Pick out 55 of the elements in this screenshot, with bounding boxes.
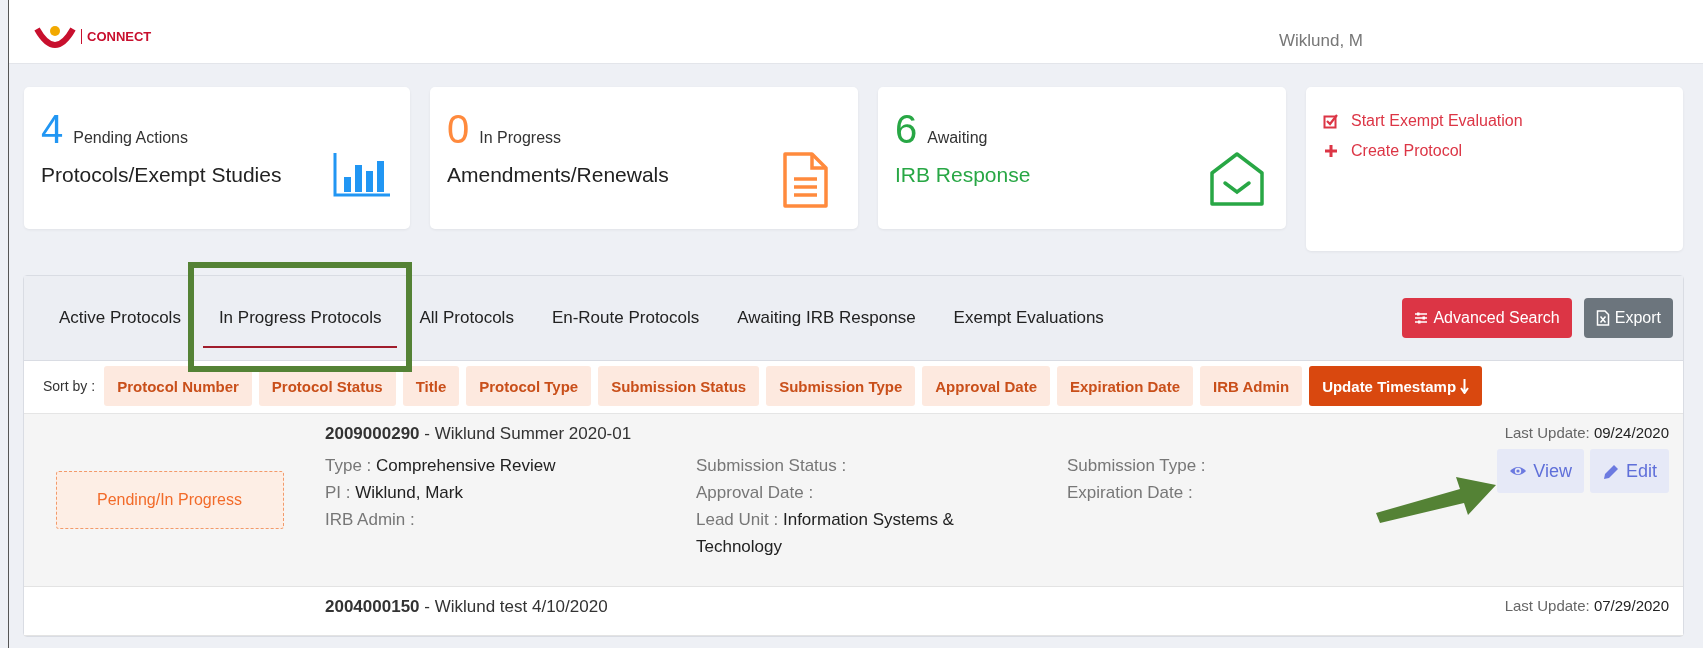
field-text: PI : Wiklund, Mark xyxy=(325,482,464,504)
count: 4 xyxy=(41,109,64,149)
tab[interactable]: In Progress Protocols xyxy=(202,288,398,348)
sort-option[interactable]: Approval Date xyxy=(922,366,1050,406)
summary-card[interactable]: 6 Awaiting IRB Response xyxy=(878,87,1286,229)
last-update: Last Update: 09/24/2020 xyxy=(1504,424,1669,441)
tab[interactable]: All Protocols xyxy=(403,288,530,348)
field-text: IRB Admin : xyxy=(325,509,416,531)
sliders-icon xyxy=(1414,311,1429,325)
field-text: Approval Date : xyxy=(696,482,815,504)
card-title: IRB Response xyxy=(895,163,1031,187)
field-text: Lead Unit : Information Systems & Technology xyxy=(696,509,955,558)
view-button[interactable]: View xyxy=(1497,449,1584,493)
export-button[interactable]: Export xyxy=(1583,298,1673,338)
quick-action-link[interactable]: Create Protocol xyxy=(1323,142,1463,160)
count-label: Awaiting xyxy=(927,129,988,147)
user-name[interactable]: Wiklund, M xyxy=(1278,31,1363,51)
tab[interactable]: Awaiting IRB Response xyxy=(721,288,932,348)
tab[interactable]: Active Protocols xyxy=(43,288,197,348)
count: 0 xyxy=(447,109,470,149)
field-text: Submission Status : xyxy=(696,455,848,477)
checkbox-icon xyxy=(1323,113,1339,129)
advanced-search-button[interactable]: Advanced Search xyxy=(1402,298,1572,338)
sort-option[interactable]: Protocol Type xyxy=(466,366,592,406)
count: 6 xyxy=(895,109,918,149)
card-title: Amendments/Renewals xyxy=(447,163,669,187)
field-text: Submission Type : xyxy=(1067,455,1207,477)
record-title[interactable]: 2009000290 - Wiklund Summer 2020-01 xyxy=(325,424,1498,444)
sort-option[interactable]: IRB Admin xyxy=(1200,366,1303,406)
tab[interactable]: En-Route Protocols xyxy=(535,288,716,348)
sort-option[interactable]: Protocol Number xyxy=(104,366,252,406)
field-text: Expiration Date : xyxy=(1067,482,1194,504)
record-title[interactable]: 2004000150 - Wiklund test 4/10/2020 xyxy=(325,597,1505,617)
sort-label: Sort by : xyxy=(43,378,96,394)
status-badge: Pending/In Progress xyxy=(55,471,284,529)
count-label: In Progress xyxy=(479,129,562,147)
tab[interactable]: Exempt Evaluations xyxy=(937,288,1120,348)
sort-option[interactable]: Submission Status xyxy=(598,366,760,406)
sort-option[interactable]: Expiration Date xyxy=(1057,366,1193,406)
pencil-icon xyxy=(1601,462,1620,480)
sort-option[interactable]: Update Timestamp xyxy=(1309,366,1483,406)
field-text: Type : Comprehensive Review xyxy=(325,455,557,477)
count-label: Pending Actions xyxy=(73,129,188,147)
summary-card[interactable]: 0 In Progress Amendments/Renewals xyxy=(430,87,858,229)
spreadsheet-icon xyxy=(1595,310,1610,326)
logo-text: CONNECT xyxy=(81,28,152,44)
edit-button[interactable]: Edit xyxy=(1589,449,1669,493)
plus-icon xyxy=(1323,143,1339,159)
sort-option[interactable]: Title xyxy=(402,366,460,406)
last-update: Last Update: 07/29/2020 xyxy=(1504,597,1669,614)
summary-card[interactable]: 4 Pending Actions Protocols/Exempt Studies xyxy=(24,87,410,229)
quick-action-link[interactable]: Start Exempt Evaluation xyxy=(1323,112,1523,130)
sort-option[interactable]: Submission Type xyxy=(766,366,916,406)
sort-down-icon xyxy=(1460,378,1470,394)
card-title: Protocols/Exempt Studies xyxy=(41,163,282,187)
